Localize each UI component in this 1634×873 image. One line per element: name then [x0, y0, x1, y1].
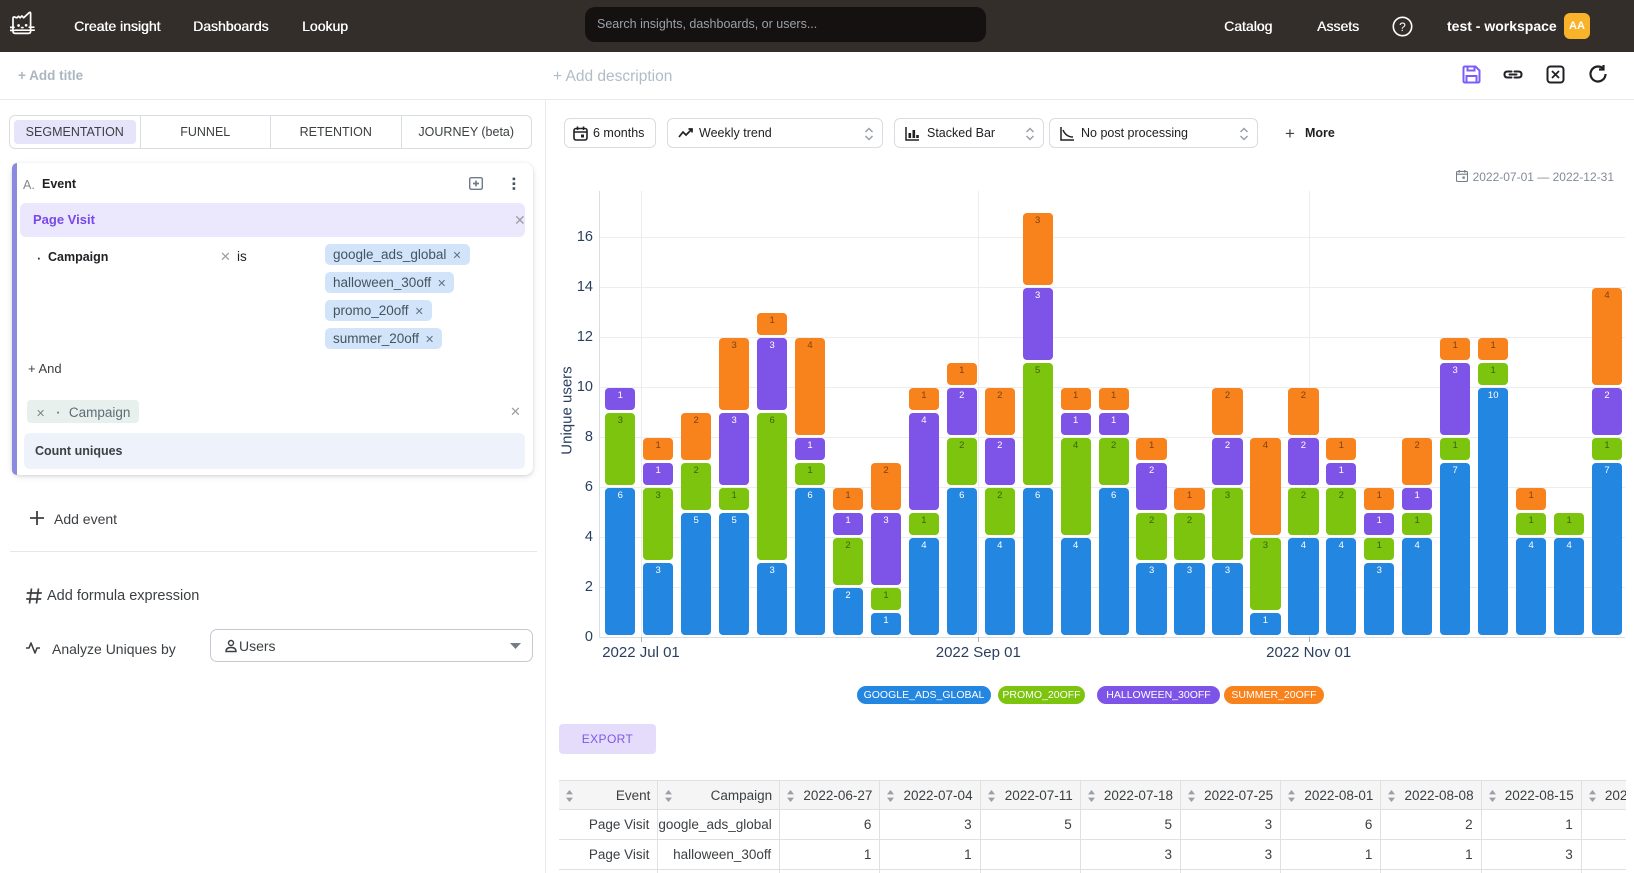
svg-text:?: ? — [1399, 20, 1406, 34]
